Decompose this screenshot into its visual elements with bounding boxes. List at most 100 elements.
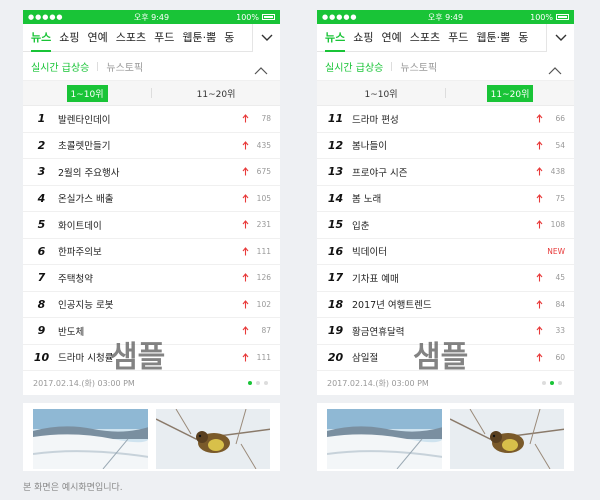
rank-row[interactable]: 6 한파주의보 111 [23,239,280,265]
rise-arrow-icon [239,220,251,229]
page-dot[interactable] [542,381,546,385]
more-tabs-button[interactable] [546,24,574,52]
collapse-button[interactable] [548,60,562,79]
tab-shopping[interactable]: 쇼핑 [353,24,373,52]
rank-row[interactable]: 1 발렌타인데이 78 [23,106,280,133]
page-dot[interactable] [248,381,252,385]
page-dot[interactable] [558,381,562,385]
example-caption: 본 화면은 예시화면입니다. [23,483,123,493]
tab-partial[interactable]: 동 [224,24,234,52]
sample-watermark: 샘플 [110,340,166,375]
rank-change: 675 [256,167,271,177]
rank-number: 17 [327,271,344,285]
tab-sports[interactable]: 스포츠 [116,24,146,52]
rank-keyword: 봄 노래 [352,194,382,206]
rank-range-1-10-button[interactable]: 1~10위 [23,84,151,102]
rise-arrow-icon [533,352,545,362]
rank-range-1-10-button[interactable]: 1~10위 [317,85,445,102]
sample-watermark: 샘플 [413,340,469,375]
updated-timestamp: 2017.02.14.(화) 03:00 PM [33,378,135,388]
tab-realtime-rising[interactable]: 실시간 급상승 [31,59,89,74]
rank-change: 435 [256,140,271,150]
page-dot[interactable] [256,381,260,385]
rank-row[interactable]: 15 입춘 108 [317,212,574,239]
category-tabbar: 뉴스 쇼핑 연예 스포츠 푸드 웹툰·뿜 동 [317,24,574,52]
rank-keyword: 인공지능 로봇 [58,300,114,312]
tab-news[interactable]: 뉴스 [325,24,346,52]
tab-entertainment[interactable]: 연예 [382,24,402,52]
tab-realtime-rising[interactable]: 실시간 급상승 [325,59,383,74]
snow-landscape-thumbnail[interactable] [327,409,442,469]
more-tabs-button[interactable] [252,24,280,52]
rank-change: NEW [547,246,565,256]
tab-food[interactable]: 푸드 [154,24,174,52]
page-dot[interactable] [550,381,554,385]
rank-row[interactable]: 8 인공지능 로봇 102 [23,292,280,318]
tab-partial[interactable]: 동 [518,24,528,52]
rank-change: 87 [261,326,271,336]
rise-arrow-icon [239,299,251,309]
photo-thumbnails [317,403,574,471]
tab-webtoon[interactable]: 웹툰·뿜 [476,24,510,52]
rise-arrow-icon [239,326,251,335]
rank-range-11-20-button[interactable]: 11~20위 [446,84,574,102]
rank-row[interactable]: 5 화이트데이 231 [23,212,280,239]
rank-row[interactable]: 3 2월의 주요행사 675 [23,159,280,186]
rank-row[interactable]: 13 프로야구 시즌 438 [317,159,574,186]
page-dot[interactable] [264,381,268,385]
page-indicator [248,381,268,385]
rank-row[interactable]: 11 드라마 편성 66 [317,106,574,133]
rank-number: 8 [37,297,46,311]
rank-range-11-20-button[interactable]: 11~20위 [152,85,280,102]
rank-number: 18 [327,297,344,311]
bird-branch-thumbnail[interactable] [449,409,564,469]
tab-news-topic[interactable]: 뉴스토픽 [106,59,143,74]
rank-row[interactable]: 4 온실가스 배출 105 [23,186,280,212]
phone-screen-left: ●●●●● 오후 9:49 100% 뉴스 쇼핑 연예 스포츠 푸드 웹툰·뿜 … [23,10,280,471]
phone-screen-right: ●●●●● 오후 9:49 100% 뉴스 쇼핑 연예 스포츠 푸드 웹툰·뿜 … [317,10,574,471]
rank-change: 75 [555,193,565,203]
tab-shopping[interactable]: 쇼핑 [59,24,79,52]
rise-arrow-icon [239,246,251,256]
rank-number: 4 [37,191,46,205]
rank-row[interactable]: 12 봄나들이 54 [317,133,574,159]
bird-image [155,409,270,469]
rank-change: 84 [555,299,565,309]
snow-landscape-image [33,409,148,469]
rank-keyword: 한파주의보 [58,247,102,259]
tab-news-topic[interactable]: 뉴스토픽 [400,59,437,74]
collapse-button[interactable] [254,60,268,79]
snow-landscape-thumbnail[interactable] [33,409,148,469]
rank-row[interactable]: 17 기차표 예매 45 [317,265,574,292]
tab-news[interactable]: 뉴스 [31,24,52,52]
rank-change: 54 [555,140,565,150]
rise-arrow-icon [239,352,251,362]
chevron-up-icon [548,67,562,75]
bird-branch-thumbnail[interactable] [155,409,270,469]
section-gap [317,395,574,403]
rank-keyword: 프로야구 시즌 [352,167,408,179]
tab-webtoon[interactable]: 웹툰·뿜 [182,24,216,52]
tab-food[interactable]: 푸드 [448,24,468,52]
tab-entertainment[interactable]: 연예 [88,24,108,52]
battery-percent: 100% [530,12,553,22]
rise-arrow-icon [533,193,545,203]
bird-image [449,409,564,469]
rank-row[interactable]: 2 초콜렛만들기 435 [23,133,280,159]
rank-number: 2 [37,138,46,152]
rank-row[interactable]: 18 2017년 여행트렌드 84 [317,292,574,318]
rank-change: 66 [555,114,565,124]
rank-row[interactable]: 7 주택청약 126 [23,265,280,292]
rank-keyword: 기차표 예매 [352,273,399,285]
rank-number: 10 [33,350,50,364]
rank-keyword: 온실가스 배출 [58,194,114,206]
section-header: 실시간 급상승 뉴스토픽 [23,52,280,80]
tab-sports[interactable]: 스포츠 [410,24,440,52]
rank-row[interactable]: 14 봄 노래 75 [317,186,574,212]
rank-number: 9 [37,324,46,338]
section-header: 실시간 급상승 뉴스토픽 [317,52,574,80]
rank-change: 111 [256,352,271,362]
rank-keyword: 초콜렛만들기 [58,141,111,153]
rank-row[interactable]: 16 빅데이터 NEW [317,239,574,265]
divider [97,61,99,71]
